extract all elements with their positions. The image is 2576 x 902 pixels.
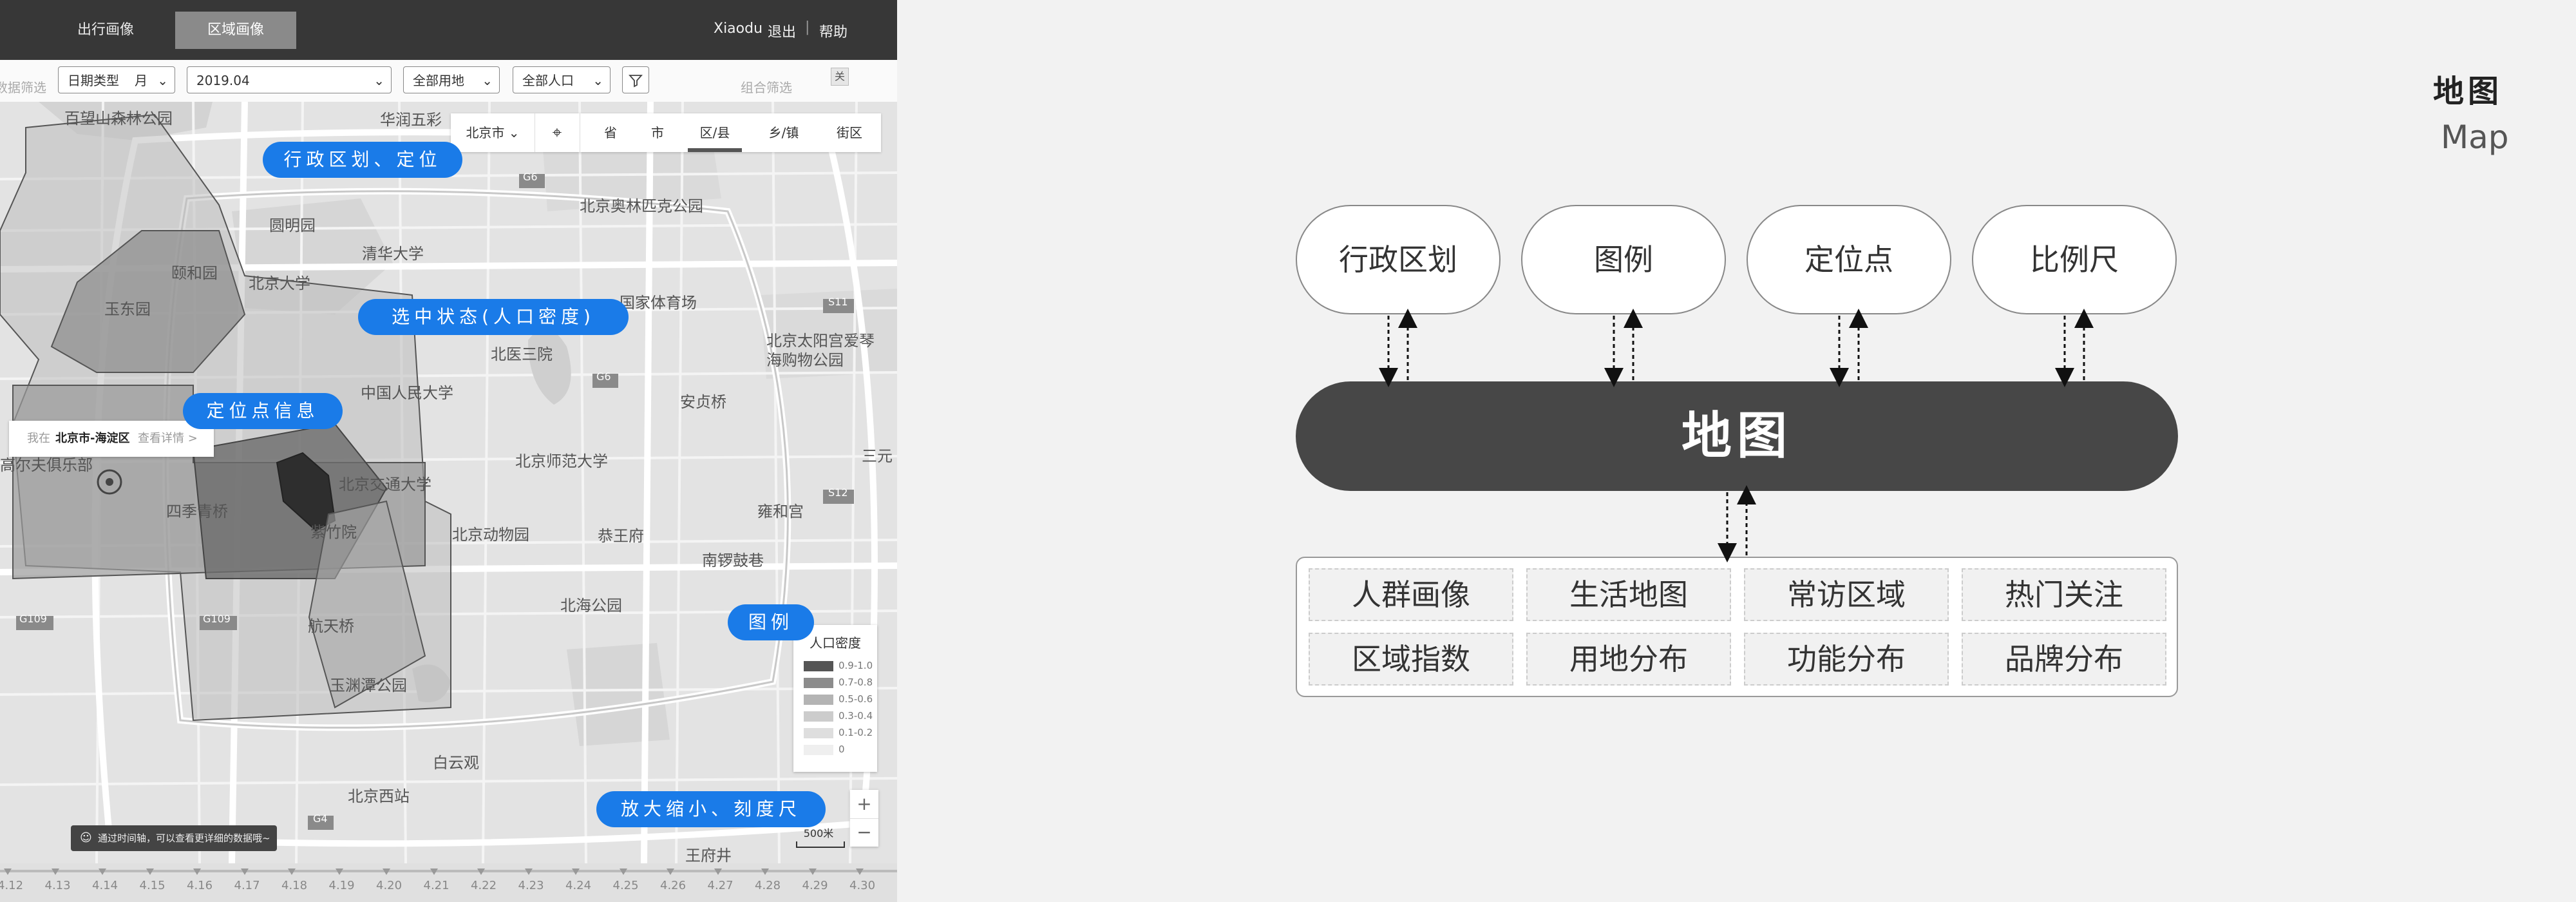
diagram-connectors [1379, 309, 2094, 562]
